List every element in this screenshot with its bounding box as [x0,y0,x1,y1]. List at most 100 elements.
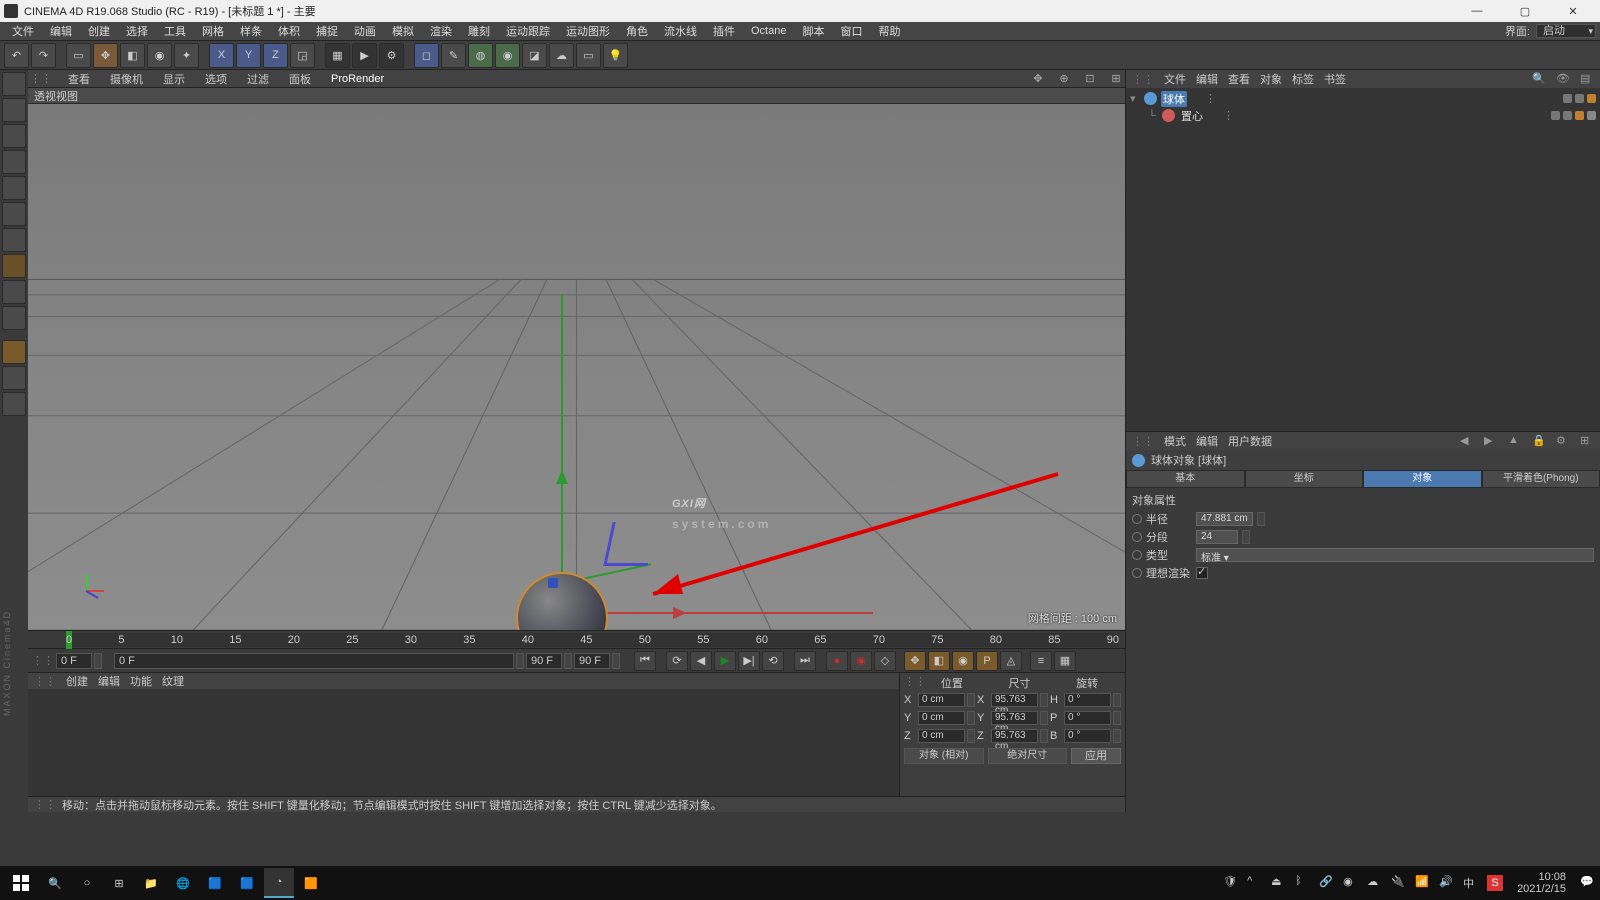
size-field[interactable]: 95.763 cm [991,711,1038,725]
menu-tools[interactable]: 工具 [156,23,194,39]
layout-selector[interactable]: 启动 [1536,24,1596,38]
menu-motiontrack[interactable]: 运动跟踪 [498,23,558,39]
tray-volume-icon[interactable]: 🔊 [1439,875,1455,891]
mat-create[interactable]: 创建 [66,673,88,689]
tray-clock[interactable]: 10:08 2021/2/15 [1511,871,1572,895]
grip-icon[interactable]: ⋮⋮ [904,675,918,691]
tag-icon[interactable] [1563,111,1572,120]
obj-bookmarks[interactable]: 书签 [1324,71,1346,87]
polygon-mode-icon[interactable] [2,228,26,252]
render-view-button[interactable]: ▦ [325,43,350,68]
menu-spline[interactable]: 样条 [232,23,270,39]
spin-icon[interactable] [1257,512,1265,526]
menu-plugins[interactable]: 插件 [705,23,743,39]
menu-edit[interactable]: 编辑 [42,23,80,39]
object-row[interactable]: └置心⋮ [1130,107,1596,124]
vp-display[interactable]: 显示 [159,71,189,87]
spin-icon[interactable] [1242,530,1250,544]
tag-icon[interactable] [1551,111,1560,120]
frame-end-field-a[interactable]: 90 F [526,653,562,669]
menu-octane[interactable]: Octane [743,25,794,37]
render-settings-button[interactable]: ⚙ [379,43,404,68]
goto-start-button[interactable]: ⏮ [634,651,656,671]
step-fwd-button[interactable]: ▶| [738,651,760,671]
attr-tab[interactable]: 基本 [1126,470,1245,488]
tray-net-icon[interactable]: 🔗 [1319,875,1335,891]
object-name[interactable]: 球体 [1161,91,1187,107]
expand-icon[interactable]: └ [1148,110,1158,122]
obj-view[interactable]: 查看 [1228,71,1250,87]
subdiv-button[interactable]: ◉ [495,43,520,68]
goto-end-button[interactable]: ⏭ [794,651,816,671]
redo-button[interactable]: ↷ [31,43,56,68]
spin-icon[interactable] [612,653,620,669]
taskview-icon[interactable]: ⊞ [104,868,134,898]
spin-icon[interactable] [1113,711,1121,725]
menu-select[interactable]: 选择 [118,23,156,39]
layer-dot-icon[interactable]: ⋮ [1205,92,1216,105]
vp-nav1-icon[interactable]: ✥ [1031,72,1045,86]
param-key-icon[interactable]: P [976,651,998,671]
menu-volume[interactable]: 体积 [270,23,308,39]
eye-icon[interactable]: 👁 [1556,72,1570,86]
vp-nav4-icon[interactable]: ⊞ [1109,72,1123,86]
coord-mode-select[interactable]: 对象 (相对) [904,748,984,764]
spline-pen-button[interactable]: ✎ [441,43,466,68]
deformer-button[interactable]: ◪ [522,43,547,68]
gizmo-z-handle[interactable] [548,578,558,588]
search-icon[interactable]: 🔍 [40,868,70,898]
gizmo-y-axis[interactable] [561,294,563,618]
camera-button[interactable]: ▭ [576,43,601,68]
vp-view[interactable]: 查看 [64,71,94,87]
vp-prorender[interactable]: ProRender [327,73,388,85]
key-interp-icon[interactable]: ≡ [1030,651,1052,671]
grip-icon[interactable]: ⋮⋮ [1132,73,1154,86]
viewport[interactable]: GXI网 system.com 网格间距 : 100 cm [28,104,1125,630]
move-tool[interactable]: ✥ [93,43,118,68]
attr-tab[interactable]: 平滑着色(Phong) [1482,470,1600,488]
frame-current-field[interactable]: 0 F [114,653,514,669]
tray-notifications-icon[interactable]: 💬 [1580,875,1596,891]
soft-select-icon[interactable] [2,340,26,364]
frame-end-field-b[interactable]: 90 F [574,653,610,669]
grip-icon[interactable]: ⋮⋮ [1132,435,1154,448]
spin-icon[interactable] [94,653,102,669]
rot-key-icon[interactable]: ◉ [952,651,974,671]
menu-mesh[interactable]: 网格 [194,23,232,39]
vp-camera[interactable]: 摄像机 [106,71,147,87]
obj-tags[interactable]: 标签 [1292,71,1314,87]
pos-field[interactable]: 0 cm [918,711,965,725]
key-layout-icon[interactable]: ▦ [1054,651,1076,671]
attr-edit[interactable]: 编辑 [1196,433,1218,449]
explorer-icon[interactable]: 📁 [136,868,166,898]
frame-start-field[interactable]: 0 F [56,653,92,669]
normal-icon[interactable] [2,392,26,416]
tray-wifi-icon[interactable]: 📶 [1415,875,1431,891]
menu-character[interactable]: 角色 [618,23,656,39]
point-mode-icon[interactable] [2,176,26,200]
rotate-tool[interactable]: ◉ [147,43,172,68]
new-window-icon[interactable]: ⊞ [1580,434,1594,448]
spin-icon[interactable] [1040,693,1048,707]
maximize-button[interactable]: ▢ [1510,5,1540,18]
nav-up-icon[interactable]: ▲ [1508,434,1522,448]
z-axis-lock[interactable]: Z [263,43,288,68]
rot-field[interactable]: 0 ° [1064,711,1111,725]
menu-help[interactable]: 帮助 [870,23,908,39]
rot-field[interactable]: 0 ° [1064,729,1111,743]
rot-field[interactable]: 0 ° [1064,693,1111,707]
spin-icon[interactable] [967,711,975,725]
make-editable-icon[interactable] [2,72,26,96]
start-button[interactable] [4,868,38,898]
pos-field[interactable]: 0 cm [918,693,965,707]
filter-icon[interactable]: ▤ [1580,72,1594,86]
spin-icon[interactable] [564,653,572,669]
material-area[interactable] [28,689,899,796]
spin-icon[interactable] [1040,729,1048,743]
layer-dot-icon[interactable]: ⋮ [1223,109,1234,122]
light-button[interactable]: 💡 [603,43,628,68]
vp-filter[interactable]: 过滤 [243,71,273,87]
tray-nvidia-icon[interactable]: ◉ [1343,875,1359,891]
grip-icon[interactable]: ⋮⋮ [34,675,56,688]
coord-apply-button[interactable]: 应用 [1071,748,1121,764]
